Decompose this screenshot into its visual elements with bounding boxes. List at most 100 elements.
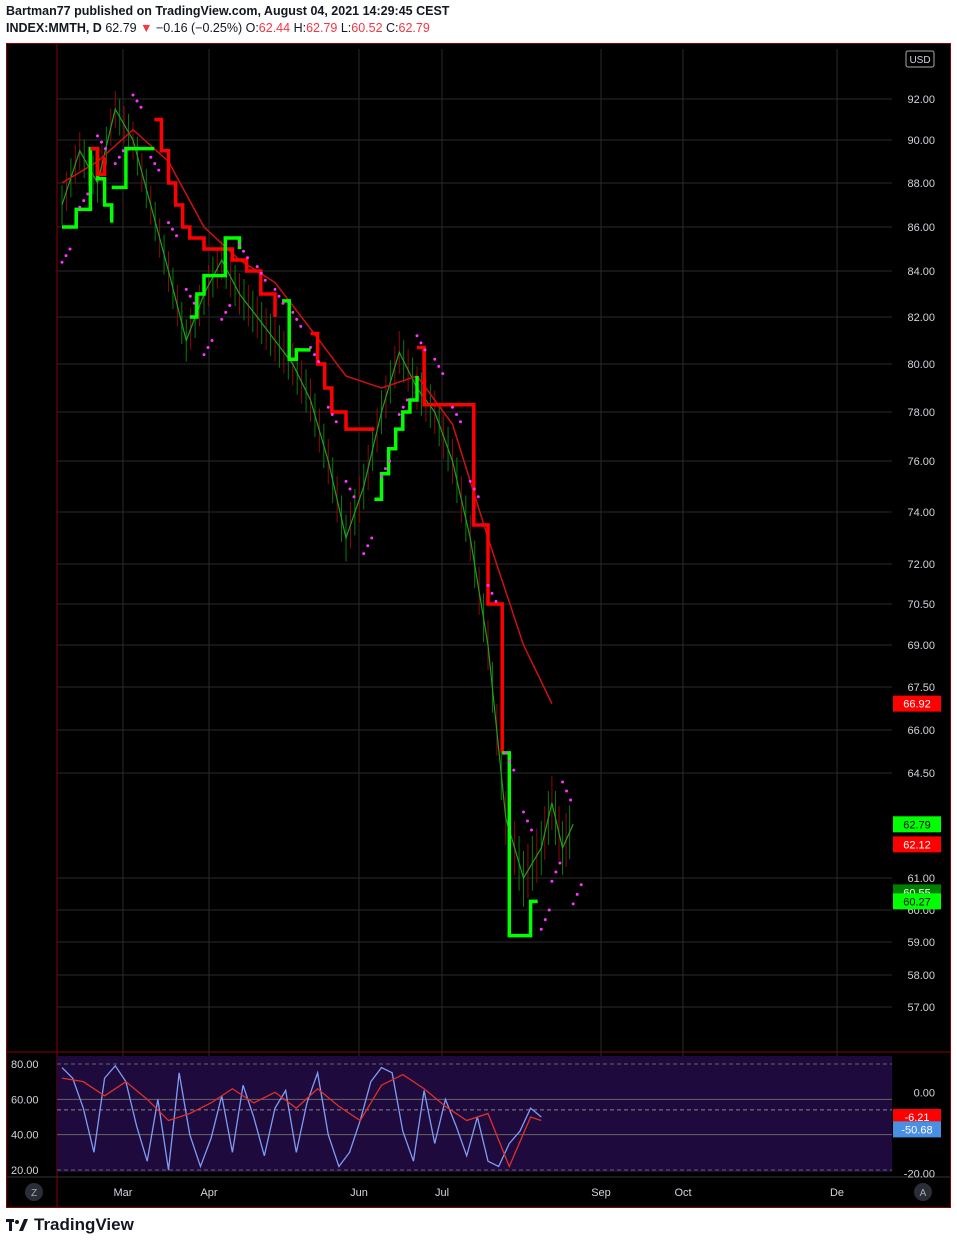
psar-dot bbox=[149, 155, 153, 159]
ohlc-line: INDEX:MMTH, D 62.79 ▼ −0.16 (−0.25%) O: 6… bbox=[6, 21, 430, 35]
x-tick-label: Mar bbox=[114, 1187, 133, 1199]
open-label: O: bbox=[245, 21, 259, 35]
psar-dot bbox=[326, 405, 330, 409]
psar-dot bbox=[299, 324, 303, 328]
x-tick-label: Sep bbox=[591, 1187, 611, 1199]
psar-dot bbox=[543, 918, 547, 922]
psar-dot bbox=[561, 780, 565, 784]
psar-dot bbox=[569, 798, 573, 802]
y-tick-label: 70.50 bbox=[907, 599, 935, 611]
psar-dot bbox=[455, 412, 458, 416]
psar-dot bbox=[188, 294, 192, 298]
y-tick-label: 72.00 bbox=[907, 559, 935, 571]
chart-svg[interactable]: Mar Apr Jun Jul Sep Oct De 92.00 90.00 88.00 86.00… bbox=[7, 44, 950, 1207]
psar-dot bbox=[131, 93, 135, 97]
y-tick-label: 86.00 bbox=[907, 222, 935, 234]
high-value: 62.79 bbox=[306, 21, 338, 35]
x-tick-label: Apr bbox=[200, 1187, 217, 1199]
psar-dot bbox=[184, 287, 188, 291]
close-value: 62.79 bbox=[398, 21, 430, 35]
price-label-text: 66.92 bbox=[903, 699, 931, 711]
osc-right-tick: 0.00 bbox=[914, 1087, 935, 1099]
psar-dot bbox=[82, 199, 86, 203]
last-price: 62.79 bbox=[105, 21, 137, 35]
psar-dot bbox=[370, 536, 374, 540]
price-label-text: 62.79 bbox=[903, 819, 931, 831]
psar-dot bbox=[539, 927, 543, 931]
psar-dot bbox=[135, 99, 139, 103]
psar-dot bbox=[508, 760, 512, 764]
psar-dot bbox=[433, 357, 437, 361]
psar-dot bbox=[220, 317, 224, 321]
y-tick-label: 90.00 bbox=[907, 135, 935, 147]
psar-dot bbox=[263, 278, 267, 282]
psar-dot bbox=[228, 304, 232, 307]
y-tick-label: 78.00 bbox=[907, 407, 935, 419]
y-tick-label: 69.00 bbox=[907, 640, 935, 652]
psar-dot bbox=[530, 828, 533, 832]
psar-dot bbox=[380, 474, 383, 478]
psar-dot bbox=[259, 271, 263, 275]
psar-dot bbox=[139, 105, 143, 109]
y-tick-label: 57.00 bbox=[907, 1002, 935, 1014]
psar-dot bbox=[171, 227, 174, 231]
y-tick-label: 84.00 bbox=[907, 266, 935, 278]
x-tick-label: Oct bbox=[674, 1187, 691, 1199]
change-value: −0.16 (−0.25%) bbox=[155, 21, 243, 35]
psar-dot bbox=[550, 879, 554, 883]
zoom-button-label: Z bbox=[31, 1188, 37, 1199]
psar-dot bbox=[78, 205, 82, 209]
osc-left-tick: 40.00 bbox=[11, 1130, 39, 1142]
psar-dot bbox=[317, 360, 320, 364]
psar-dot bbox=[291, 310, 295, 314]
osc-left-tick: 80.00 bbox=[11, 1059, 39, 1071]
psar-dot bbox=[167, 221, 170, 225]
psar-dot bbox=[242, 249, 245, 253]
symbol-label: INDEX:MMTH, D bbox=[6, 21, 102, 35]
psar-dot bbox=[60, 260, 64, 264]
psar-dot bbox=[526, 819, 529, 823]
close-label: C: bbox=[386, 21, 399, 35]
psar-dot bbox=[104, 147, 107, 151]
psar-dot bbox=[384, 467, 387, 471]
psar-dot bbox=[273, 287, 277, 291]
psar-dot bbox=[388, 459, 391, 463]
psar-dot bbox=[490, 591, 494, 595]
y-tick-label: 61.00 bbox=[907, 873, 935, 885]
psar-dot bbox=[68, 247, 72, 251]
y-tick-label: 67.50 bbox=[907, 682, 935, 694]
psar-dot bbox=[344, 479, 348, 483]
psar-dot bbox=[238, 243, 241, 247]
psar-dot bbox=[334, 420, 338, 424]
psar-dot bbox=[362, 552, 366, 556]
chart-container[interactable]: Mar Apr Jun Jul Sep Oct De 92.00 90.00 88.00 86.00… bbox=[6, 43, 951, 1208]
tradingview-logo-icon bbox=[6, 1219, 28, 1231]
psar-dot bbox=[554, 870, 558, 874]
x-tick-label: Jul bbox=[435, 1187, 449, 1199]
y-tick-label: 58.00 bbox=[907, 970, 935, 982]
psar-dot bbox=[472, 487, 476, 491]
psar-dot bbox=[441, 372, 445, 376]
psar-dot bbox=[397, 412, 401, 416]
psar-dot bbox=[246, 256, 249, 260]
psar-dot bbox=[512, 768, 516, 772]
psar-dot bbox=[366, 544, 370, 548]
high-label: H: bbox=[293, 21, 307, 35]
psar-dot bbox=[522, 810, 525, 814]
y-tick-label: 76.00 bbox=[907, 456, 935, 468]
psar-dot bbox=[206, 346, 210, 350]
y-tick-label: 59.00 bbox=[907, 937, 935, 949]
psar-dot bbox=[486, 583, 490, 587]
psar-dot bbox=[281, 301, 285, 305]
psar-dot bbox=[575, 892, 579, 896]
psar-dot bbox=[352, 495, 356, 499]
osc-left-tick: 20.00 bbox=[11, 1165, 39, 1177]
brand-label: TradingView bbox=[34, 1215, 134, 1234]
psar-dot bbox=[210, 339, 214, 342]
psar-dot bbox=[451, 405, 454, 409]
y-tick-label: 74.00 bbox=[907, 507, 935, 519]
y-tick-label: 64.50 bbox=[907, 768, 935, 780]
psar-dot bbox=[113, 162, 117, 166]
psar-dot bbox=[476, 495, 480, 499]
down-arrow-icon: ▼ bbox=[140, 21, 153, 35]
